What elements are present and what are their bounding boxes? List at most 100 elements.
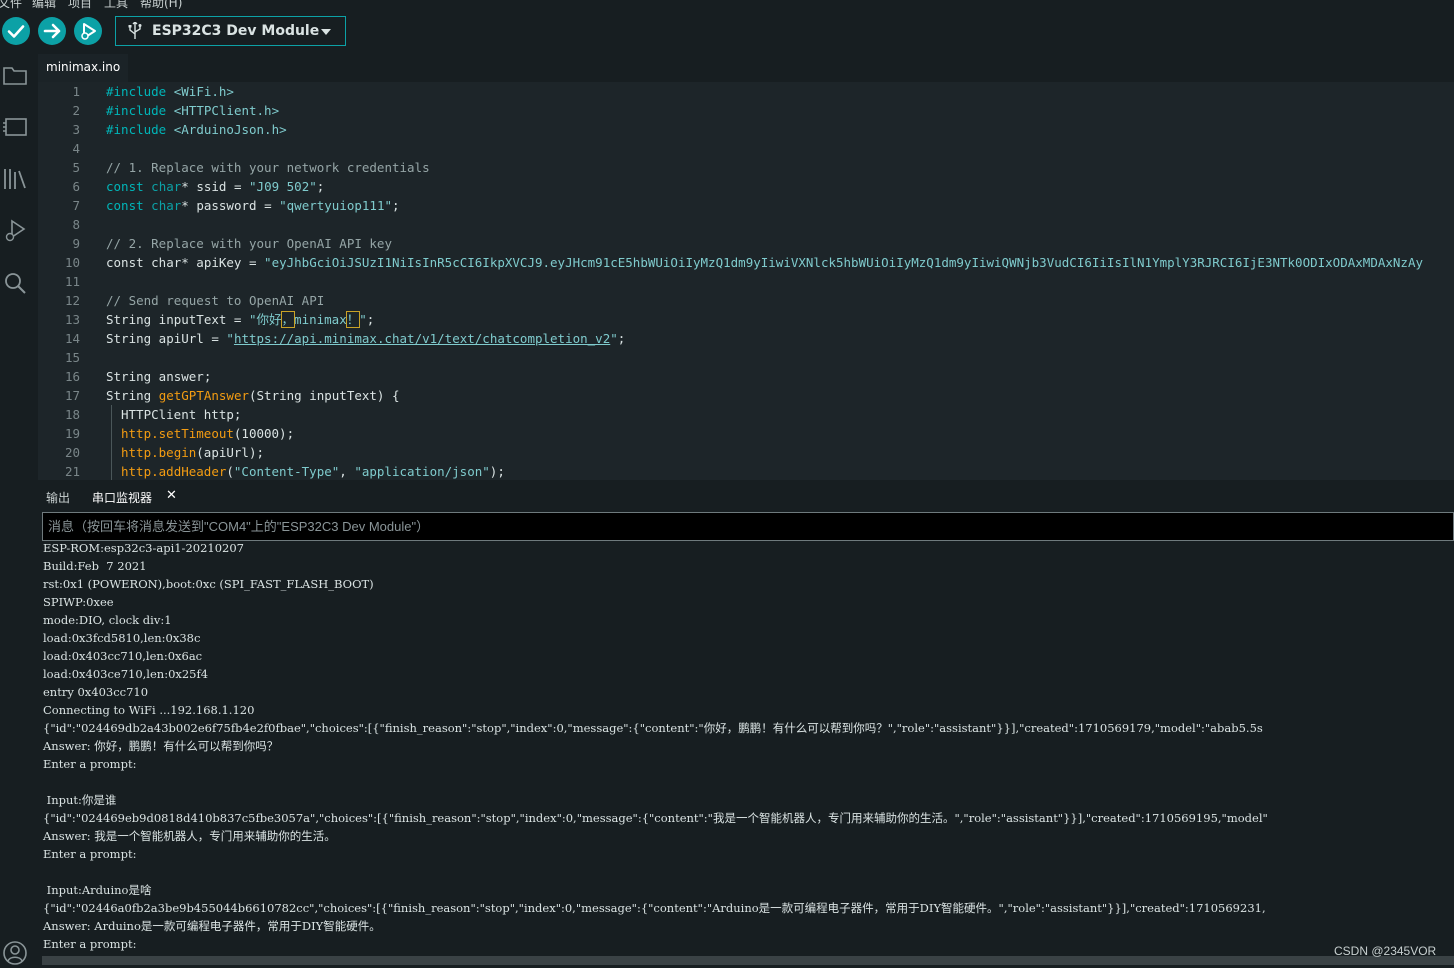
serial-line: entry 0x403cc710 (43, 685, 149, 699)
debug-button[interactable] (74, 17, 102, 45)
line-number: 17 (64, 388, 80, 403)
line-number: 20 (64, 445, 80, 460)
tab-serial-monitor[interactable]: 串口监视器 (92, 489, 152, 506)
line-number: 19 (64, 426, 80, 441)
line-number: 14 (64, 331, 80, 346)
serial-line: {"id":"02446a0fb2a3be9b455044b6610782cc"… (43, 901, 1266, 915)
usb-icon (128, 22, 142, 39)
code-line: 10 const char* apiKey = "eyJhbGciOiJSUzI1… (38, 253, 1454, 272)
menu-edit[interactable]: 编辑 (32, 0, 56, 10)
code-line: 21 http.addHeader("Content-Type", "applic… (38, 462, 1454, 480)
check-icon (7, 25, 25, 38)
line-number: 18 (64, 407, 80, 422)
panel-tabs: 输出 串口监视器 ✕ (38, 482, 1454, 512)
folder-icon[interactable] (2, 62, 28, 88)
serial-line: Answer: 你好，鹏鹏！有什么可以帮到你吗？ (43, 739, 279, 753)
line-number: 3 (72, 122, 80, 137)
line-number: 16 (64, 369, 80, 384)
debug-side-icon[interactable] (2, 218, 28, 244)
serial-line: load:0x403cc710,len:0x6ac (43, 649, 203, 663)
serial-line: {"id":"024469db2a43b002e6f75fb4e2f0fbae"… (43, 721, 1263, 735)
debug-icon (81, 23, 96, 40)
code-line: 3 #include <ArduinoJson.h> (38, 120, 1454, 139)
line-number: 21 (64, 464, 80, 479)
menu-tools[interactable]: 工具 (104, 0, 128, 10)
toolbar: ESP32C3 Dev Module (0, 10, 1454, 54)
line-number: 8 (72, 217, 80, 232)
menu-file[interactable]: 文件 (0, 0, 22, 10)
line-number: 7 (72, 198, 80, 213)
code-line: 13 String inputText = "你好，minimax！"; (38, 310, 1454, 329)
code-line: 7 const char* password = "qwertyuiop111"; (38, 196, 1454, 215)
line-number: 2 (72, 103, 80, 118)
line-number: 6 (72, 179, 80, 194)
serial-line: Build:Feb 7 2021 (43, 559, 147, 573)
board-manager-icon[interactable] (2, 114, 28, 140)
code-line: 9// 2. Replace with your OpenAI API key (38, 234, 1454, 253)
close-icon[interactable]: ✕ (166, 488, 177, 503)
verify-button[interactable] (2, 17, 30, 45)
editor-tabs: minimax.ino (38, 54, 1454, 82)
code-line: 1 #include <WiFi.h> (38, 82, 1454, 101)
serial-line: Connecting to WiFi ...192.168.1.120 (43, 703, 255, 717)
tab-output[interactable]: 输出 (46, 489, 70, 506)
serial-line: load:0x3fcd5810,len:0x38c (43, 631, 201, 645)
serial-line: SPIWP:0xee (43, 595, 114, 609)
line-number: 12 (64, 293, 80, 308)
line-number: 13 (64, 312, 80, 327)
account-icon[interactable] (2, 940, 28, 966)
serial-line: mode:DIO, clock div:1 (43, 613, 172, 627)
serial-line: {"id":"024469eb9d0818d410b837c5fbe3057a"… (43, 811, 1268, 825)
menu-bar: 文件 编辑 项目 工具 帮助(H) (0, 0, 1454, 10)
code-line: 6 const char* ssid = "J09 502"; (38, 177, 1454, 196)
search-icon[interactable] (2, 270, 28, 296)
code-line: 5// 1. Replace with your network credent… (38, 158, 1454, 177)
horizontal-scrollbar[interactable] (42, 956, 1454, 965)
code-line: 17 String getGPTAnswer(String inputText) … (38, 386, 1454, 405)
api-url-link[interactable]: https://api.minimax.chat/v1/text/chatcom… (234, 331, 610, 346)
serial-message-input-box (42, 512, 1454, 541)
serial-line: ESP-ROM:esp32c3-api1-20210207 (43, 541, 244, 555)
code-line: 16 String answer; (38, 367, 1454, 386)
menu-sketch[interactable]: 项目 (68, 0, 92, 10)
board-selector[interactable]: ESP32C3 Dev Module (115, 16, 346, 46)
menu-help[interactable]: 帮助(H) (140, 0, 182, 10)
code-line: 15 (38, 348, 1454, 367)
serial-output: ESP-ROM:esp32c3-api1-20210207 Build:Feb … (38, 541, 1454, 955)
library-icon[interactable] (2, 166, 28, 192)
line-number: 5 (72, 160, 80, 175)
line-number: 1 (72, 84, 80, 99)
chevron-down-icon (321, 29, 331, 35)
code-line: 2 #include <HTTPClient.h> (38, 101, 1454, 120)
board-name: ESP32C3 Dev Module (152, 23, 320, 39)
tab-label: minimax.ino (46, 60, 121, 74)
line-number: 10 (64, 255, 80, 270)
serial-line: Input:你是谁 (43, 793, 117, 807)
code-line: 12// Send request to OpenAI API (38, 291, 1454, 310)
code-line: 14 String apiUrl = "https://api.minimax.c… (38, 329, 1454, 348)
arrow-right-icon (43, 23, 61, 39)
upload-button[interactable] (38, 17, 66, 45)
code-line: 19 http.setTimeout(10000); (38, 424, 1454, 443)
line-number: 4 (72, 141, 80, 156)
line-number: 9 (72, 236, 80, 251)
code-editor[interactable]: 1 #include <WiFi.h> 2 #include <HTTPClient… (38, 82, 1454, 480)
sidebar (0, 54, 38, 968)
serial-line: Answer: Arduino是一款可编程电子器件，常用于DIY智能硬件。 (43, 919, 381, 933)
code-line: 8 (38, 215, 1454, 234)
line-number: 15 (64, 350, 80, 365)
serial-line: Input:Arduino是啥 (43, 883, 152, 897)
serial-line: rst:0x1 (POWERON),boot:0xc (SPI_FAST_FLA… (43, 577, 374, 591)
tab-minimax-ino[interactable]: minimax.ino (38, 54, 129, 82)
serial-line: load:0x403ce710,len:0x25f4 (43, 667, 209, 681)
serial-line: Enter a prompt: (43, 937, 137, 951)
code-line: 4 (38, 139, 1454, 158)
serial-line: Answer: 我是一个智能机器人，专门用来辅助你的生活。 (43, 829, 336, 843)
code-line: 11 (38, 272, 1454, 291)
line-number: 11 (64, 274, 80, 289)
serial-line: Enter a prompt: (43, 757, 137, 771)
code-line: 20 http.begin(apiUrl); (38, 443, 1454, 462)
serial-line: Enter a prompt: (43, 847, 137, 861)
code-line: 18 HTTPClient http; (38, 405, 1454, 424)
serial-message-input[interactable] (43, 513, 1453, 540)
